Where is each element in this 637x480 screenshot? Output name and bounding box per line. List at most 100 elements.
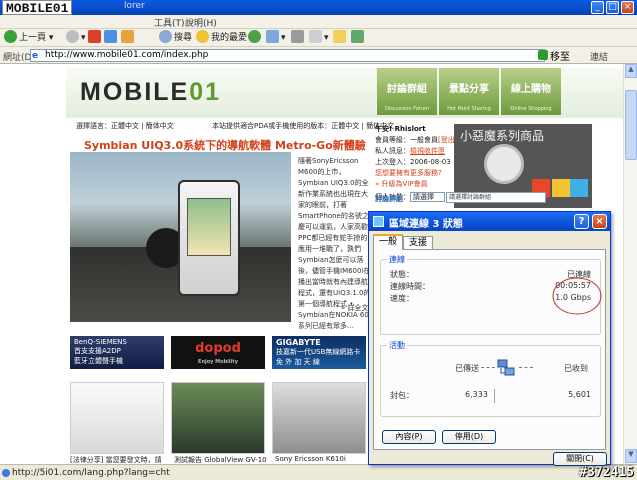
thumbnail-law[interactable] [70, 382, 164, 454]
logo-text: MOBILE [80, 78, 190, 106]
properties-button[interactable]: 內容(P) [382, 430, 436, 444]
personal-function-select[interactable]: 請選擇 [410, 192, 445, 202]
history-button[interactable] [248, 30, 263, 46]
tab-support[interactable]: 支援 [403, 236, 433, 249]
dialog-titlebar[interactable]: 區域連線 3 狀態 ? × [369, 212, 610, 231]
refresh-button[interactable] [104, 30, 119, 46]
language-selector[interactable]: 選擇語言：正體中文 | 簡体中文 [76, 121, 174, 131]
browser-titlebar: MOBILE01 lorer _ □ × [0, 0, 637, 16]
scroll-down-button[interactable]: ▼ [625, 449, 637, 463]
feature-headline[interactable]: Symbian UIQ3.0系統下的導航軟體 Metro-Go新體驗 [84, 137, 366, 153]
sent-line [481, 367, 495, 368]
minimize-button[interactable]: _ [591, 1, 604, 14]
thumbnail-caption[interactable]: 測試報告 GlobalView GV-10 [174, 455, 267, 464]
print-button[interactable] [291, 30, 306, 46]
greeting: 午安! Rhislort [375, 125, 426, 133]
dopod-brand: dopod [195, 341, 241, 356]
nav-tab-forum-sub: Discussion Forum [384, 106, 430, 112]
activity-group-label: 活動 [387, 340, 407, 351]
mail-button[interactable]: ▾ [266, 30, 286, 46]
back-label: 上一頁 [19, 33, 47, 43]
nav-tab-shopping[interactable]: 線上購物 Online Shopping [500, 68, 561, 115]
print-icon [291, 30, 304, 43]
scroll-thumb[interactable] [625, 90, 637, 160]
gigabyte-ad[interactable]: GIGABYTE 技嘉新一代USB無線網路卡 免 外 加 天 線 [272, 336, 366, 369]
connection-status-dialog: 區域連線 3 狀態 ? × 一般 支援 連線 狀態： 已連線 連線時間： 00:… [368, 211, 611, 466]
benq-line: 首支支援A2DP [74, 347, 121, 355]
refresh-icon [104, 30, 117, 43]
help-button[interactable]: ? [574, 214, 589, 229]
ie-page-icon: e [32, 51, 39, 61]
network-computers-icon [497, 359, 515, 376]
history-icon [248, 30, 261, 43]
go-button[interactable]: 移至 [550, 48, 570, 63]
member-level: 會員等級：一般會員 [375, 136, 438, 144]
dialog-close-button[interactable]: × [592, 214, 607, 229]
gift-icon [552, 179, 570, 197]
nav-tab-forum[interactable]: 討論群組 Discussion Forum [376, 68, 437, 115]
scroll-up-button[interactable]: ▲ [625, 64, 637, 78]
menu-tools[interactable]: 工具(T) [154, 16, 185, 29]
thumbnail-caption[interactable]: Sony Ericsson K610i [275, 455, 346, 463]
duration-label: 連線時間： [390, 282, 430, 291]
search-label: 搜尋 [174, 33, 193, 43]
go-arrow-icon[interactable] [538, 50, 548, 60]
forum-label: 討論群組 [375, 195, 403, 203]
benq-line: 藍牙立體聲手機 [74, 357, 123, 365]
gift-icon [570, 179, 588, 197]
thumbnail-caption[interactable]: [法律分享] 當您要發文時，請 [70, 455, 162, 464]
stop-button[interactable] [88, 30, 103, 46]
status-url: http://5i01.com/lang.php?lang=cht [12, 468, 170, 478]
search-icon [159, 30, 172, 43]
forum-select[interactable]: 請選擇討論群組 [446, 192, 546, 203]
devil-mascot-icon [484, 144, 524, 184]
menu-help[interactable]: 說明(H) [185, 16, 217, 29]
vertical-scrollbar[interactable]: ▲ ▼ [623, 64, 637, 464]
nav-tab-shopping-label: 線上購物 [511, 84, 551, 95]
sent-label: 已傳送 [455, 364, 479, 373]
tab-general[interactable]: 一般 [373, 234, 403, 250]
folder-button[interactable] [333, 30, 348, 46]
speed-label: 速度： [390, 294, 414, 303]
back-button[interactable]: 上一頁 ▾ [4, 30, 53, 46]
connection-group: 連線 狀態： 已連線 連線時間： 00:05:57 速度： 1.0 Gbps [380, 254, 602, 335]
edit-icon [309, 30, 322, 43]
feature-photo[interactable] [70, 152, 291, 322]
window-close-button[interactable]: × [621, 1, 634, 14]
thumbnail-globalview[interactable] [171, 382, 265, 454]
activity-separator [494, 389, 495, 403]
mobile-version-notice[interactable]: 本站提供適合PDA或手機使用的版本：正體中文 | 簡体中文 [212, 121, 394, 131]
address-bar: 網址(D) http://www.mobile01.com/index.php … [0, 47, 637, 64]
device-screen [187, 198, 231, 256]
favorites-button[interactable]: 我的最愛 [196, 30, 247, 46]
stop-icon [88, 30, 101, 43]
gigabyte-brand: GIGABYTE [276, 338, 321, 347]
forward-button[interactable]: ▾ [66, 30, 86, 46]
dopod-ad[interactable]: dopod Enjoy Mobility [171, 336, 265, 369]
maximize-button[interactable]: □ [606, 1, 619, 14]
thumbnail-k610i[interactable] [272, 382, 366, 454]
dopod-tagline: Enjoy Mobility [198, 359, 238, 365]
connection-group-label: 連線 [387, 254, 407, 265]
edit-button[interactable]: ▾ [309, 30, 329, 46]
nav-tab-shopping-sub: Online Shopping [510, 106, 552, 112]
upgrade-question: 您想要擁有更多服務? [375, 169, 442, 177]
links-label[interactable]: 連結 [590, 50, 608, 63]
upgrade-vip-link[interactable]: » 升級為VIP會員 [375, 179, 428, 189]
search-button[interactable]: 搜尋 [159, 30, 192, 46]
nav-tab-hotpoint[interactable]: 景點分享 Hot Point Sharing [438, 68, 499, 115]
gigabyte-line: 免 外 加 天 線 [276, 358, 320, 366]
nav-tab-forum-label: 討論群組 [387, 84, 427, 95]
home-button[interactable] [121, 30, 136, 46]
address-input[interactable]: http://www.mobile01.com/index.php [30, 49, 545, 62]
read-more-link[interactable]: » 詳全文 [341, 303, 369, 313]
inbox-link[interactable]: 檢視收件匣 [410, 147, 445, 155]
mail-icon [266, 30, 279, 43]
mobile01-logo[interactable]: MOBILE01 [80, 78, 221, 107]
disable-button[interactable]: 停用(D) [442, 430, 496, 444]
benq-siemens-ad[interactable]: BenQ-SIEMENS 首支支援A2DP 藍牙立體聲手機 [70, 336, 164, 369]
received-line [519, 367, 533, 368]
close-button[interactable]: 關閉(C) [553, 452, 607, 466]
packets-label: 封包： [390, 391, 414, 400]
messenger-button[interactable] [351, 30, 366, 46]
